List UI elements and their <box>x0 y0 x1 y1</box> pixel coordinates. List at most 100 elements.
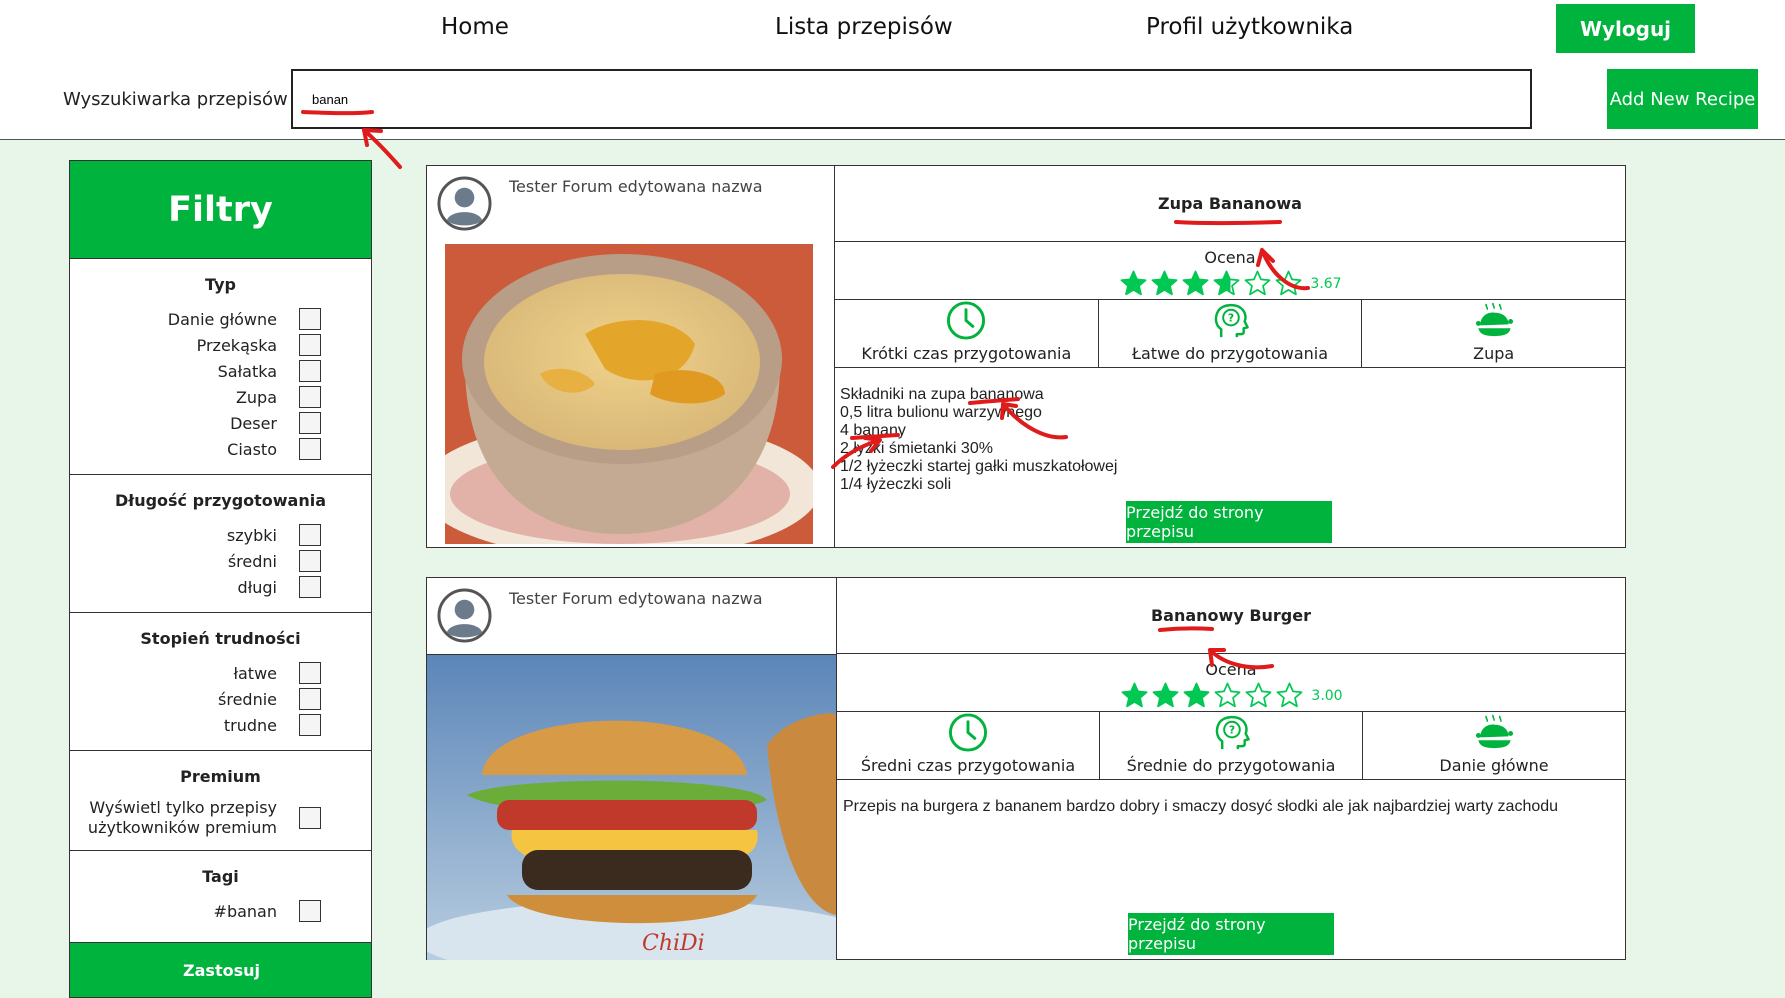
star-icon[interactable] <box>1275 681 1304 710</box>
head-question-icon: ? <box>1215 715 1250 750</box>
filter-option[interactable]: trudne <box>70 712 371 738</box>
recipe-card: Tester Forum edytowana nazwa <box>426 577 1626 960</box>
svg-text:?: ? <box>1229 723 1235 736</box>
star-icon[interactable] <box>1274 269 1303 298</box>
filter-option[interactable]: Danie główne <box>70 306 371 332</box>
description-line: 2 łyżki śmietanki 30% <box>840 440 993 457</box>
go-to-recipe-button[interactable]: Przejdź do strony przepisu <box>1126 501 1332 543</box>
checkbox[interactable] <box>299 576 321 598</box>
star-icon[interactable] <box>1181 269 1210 298</box>
description-line: 4 banany <box>840 422 906 439</box>
attribute-category: Zupa <box>1362 300 1625 367</box>
filter-option[interactable]: #banan <box>70 898 371 924</box>
checkbox[interactable] <box>299 807 321 829</box>
filters-title: Filtry <box>70 161 371 259</box>
filter-option[interactable]: Sałatka <box>70 358 371 384</box>
filter-group-type: Typ Danie główne Przekąska Sałatka Zupa … <box>70 259 371 475</box>
svg-text:?: ? <box>1228 311 1234 324</box>
checkbox[interactable] <box>299 524 321 546</box>
add-recipe-button[interactable]: Add New Recipe <box>1607 69 1758 129</box>
rating-label: Ocena <box>1205 660 1257 679</box>
rating-value: 3.67 <box>1310 275 1342 292</box>
checkbox[interactable] <box>299 550 321 572</box>
checkbox[interactable] <box>299 386 321 408</box>
go-to-recipe-button[interactable]: Przejdź do strony przepisu <box>1128 913 1334 955</box>
recipe-author: Tester Forum edytowana nazwa <box>437 588 763 643</box>
attribute-time: Średni czas przygotowania <box>837 712 1100 779</box>
nav-recipes-link[interactable]: Lista przepisów <box>775 14 953 40</box>
checkbox[interactable] <box>299 360 321 382</box>
checkbox[interactable] <box>299 308 321 330</box>
checkbox[interactable] <box>299 714 321 736</box>
recipe-photo <box>445 244 813 544</box>
checkbox[interactable] <box>299 412 321 434</box>
rating-stars: 3.67 <box>835 269 1625 298</box>
checkbox[interactable] <box>299 438 321 460</box>
filter-group-title: Tagi <box>202 867 239 886</box>
checkbox[interactable] <box>299 688 321 710</box>
star-icon[interactable] <box>1151 681 1180 710</box>
search-input[interactable] <box>291 69 1532 129</box>
star-icon[interactable] <box>1119 269 1148 298</box>
filter-option[interactable]: długi <box>70 574 371 600</box>
attribute-difficulty: ? Łatwe do przygotowania <box>1099 300 1363 367</box>
filter-option[interactable]: Ciasto <box>70 436 371 462</box>
attribute-time: Krótki czas przygotowania <box>835 300 1099 367</box>
recipe-title[interactable]: Zupa Bananowa <box>835 166 1625 242</box>
clock-icon <box>948 713 988 752</box>
star-icon[interactable] <box>1213 681 1242 710</box>
filter-option[interactable]: Zupa <box>70 384 371 410</box>
recipe-card-left: Tester Forum edytowana nazwa <box>427 166 835 547</box>
user-avatar-icon <box>437 588 492 643</box>
apply-filters-button[interactable]: Zastosuj <box>70 942 371 997</box>
star-icon[interactable] <box>1212 269 1241 298</box>
nav-home-link[interactable]: Home <box>441 14 509 40</box>
nav-profile-link[interactable]: Profil użytkownika <box>1146 14 1353 40</box>
top-bar: Home Lista przepisów Profil użytkownika … <box>0 0 1785 140</box>
description-line: Przepis na burgera z bananem bardzo dobr… <box>843 798 1559 815</box>
description-line: Składniki na zupa bananowa <box>840 386 1044 403</box>
star-icon[interactable] <box>1244 681 1273 710</box>
filters-sidebar: Filtry Typ Danie główne Przekąska Sałatk… <box>69 160 372 998</box>
filter-option[interactable]: Przekąska <box>70 332 371 358</box>
recipe-description: Przepis na burgera z bananem bardzo dobr… <box>837 780 1625 816</box>
rating-value: 3.00 <box>1311 687 1343 704</box>
checkbox[interactable] <box>299 334 321 356</box>
recipe-title[interactable]: Bananowy Burger <box>837 578 1625 654</box>
star-icon[interactable] <box>1150 269 1179 298</box>
filter-option[interactable]: średni <box>70 548 371 574</box>
recipe-photo: ChiDi <box>427 654 836 960</box>
filter-group-difficulty: Stopień trudności łatwe średnie trudne <box>70 613 371 751</box>
recipe-description: Składniki na zupa bananowa 0,5 litra bul… <box>835 368 1625 494</box>
recipe-attributes: Średni czas przygotowania ? Średnie do p… <box>837 712 1625 780</box>
filter-group-premium: Premium Wyświetl tylko przepisy użytkown… <box>70 751 371 851</box>
recipe-attributes: Krótki czas przygotowania ? Łatwe do prz… <box>835 300 1625 368</box>
description-line: 1/4 łyżeczki soli <box>840 476 952 493</box>
author-name: Tester Forum edytowana nazwa <box>509 177 763 196</box>
filter-group-title: Premium <box>180 767 261 786</box>
filter-option[interactable]: szybki <box>70 522 371 548</box>
roast-chicken-icon <box>1475 302 1513 337</box>
filter-option[interactable]: Deser <box>70 410 371 436</box>
user-avatar-icon <box>437 176 492 231</box>
filter-group-title: Stopień trudności <box>140 629 301 648</box>
checkbox[interactable] <box>299 662 321 684</box>
rating-stars: 3.00 <box>837 681 1625 710</box>
star-icon[interactable] <box>1182 681 1211 710</box>
filter-option[interactable]: łatwe <box>70 660 371 686</box>
filter-option[interactable]: Wyświetl tylko przepisy użytkowników pre… <box>70 798 371 838</box>
logout-button[interactable]: Wyloguj <box>1556 4 1695 53</box>
description-line: 0,5 litra bulionu warzywnego <box>840 404 1042 421</box>
rating-label: Ocena <box>1204 248 1256 267</box>
filter-group-time: Długość przygotowania szybki średni dług… <box>70 475 371 613</box>
recipe-rating: Ocena 3.00 <box>837 654 1625 712</box>
filter-option[interactable]: średnie <box>70 686 371 712</box>
head-question-icon: ? <box>1214 303 1249 338</box>
checkbox[interactable] <box>299 900 321 922</box>
roast-chicken-icon <box>1475 714 1514 749</box>
recipe-card-right: Bananowy Burger Ocena 3.00 Średni czas p… <box>837 578 1625 959</box>
star-icon[interactable] <box>1243 269 1272 298</box>
photo-watermark: ChiDi <box>642 931 705 956</box>
star-icon[interactable] <box>1120 681 1149 710</box>
search-label: Wyszukiwarka przepisów <box>63 89 288 110</box>
